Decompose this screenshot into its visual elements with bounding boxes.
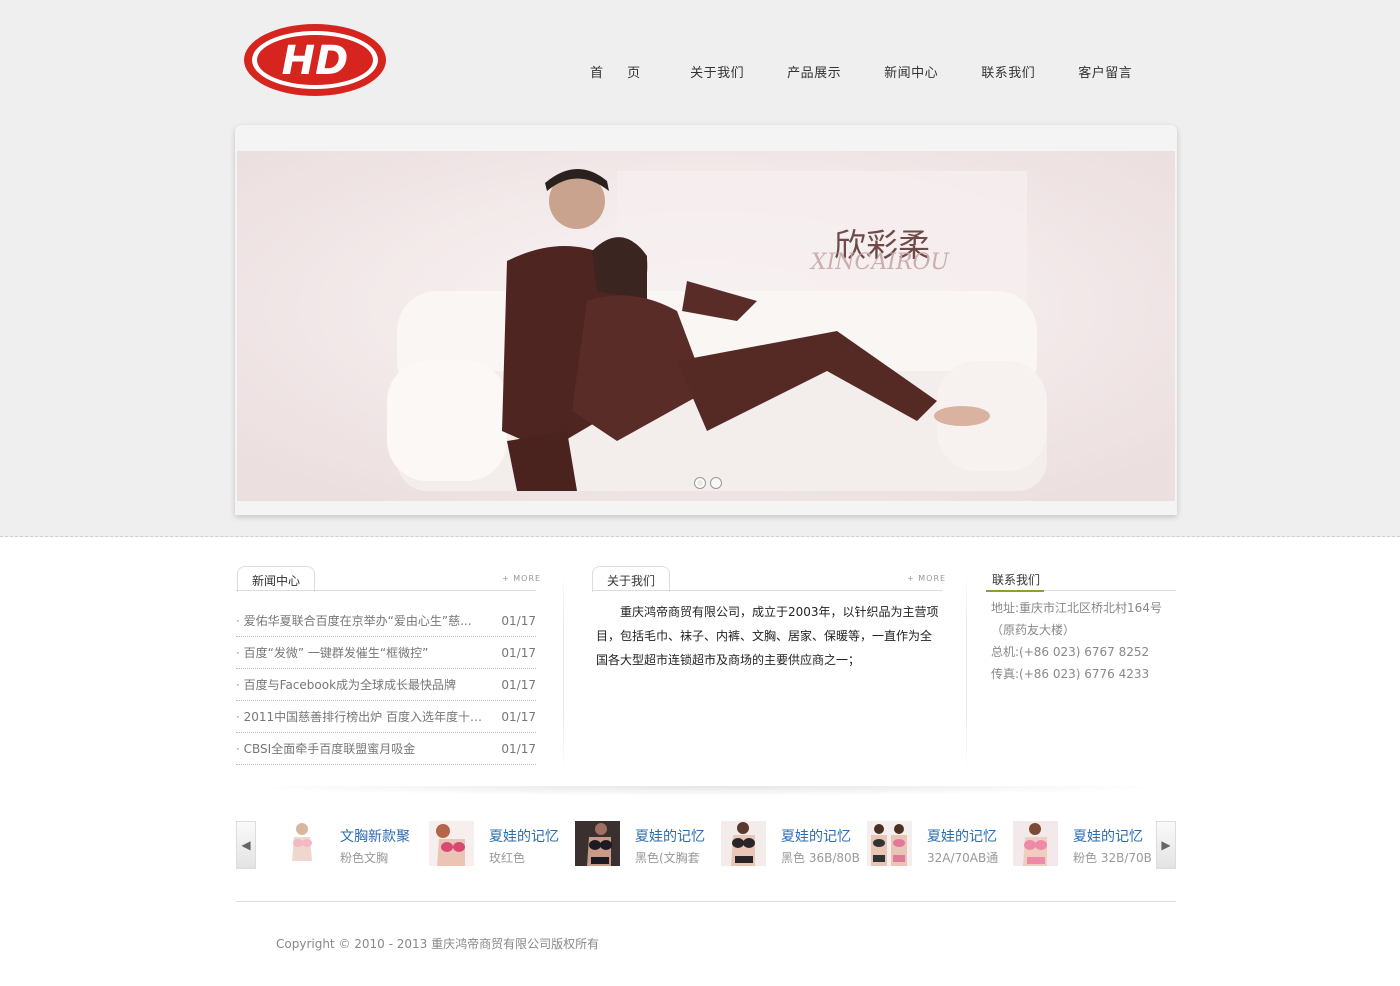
product-carousel: ◀ 文胸新款聚 粉色文胸 夏娃的记忆 玫红色 夏娃的记忆 黑色(文胸套 夏娃的记…	[236, 818, 1176, 872]
news-tab-line	[236, 590, 536, 591]
news-item-date: 01/17	[501, 709, 536, 724]
triangle-left-icon: ◀	[241, 838, 251, 852]
copyright-text: Copyright © 2010 - 2013 重庆鸿帝商贸有限公司版权所有	[276, 937, 600, 951]
product-name: 夏娃的记忆	[781, 829, 851, 845]
column-divider	[563, 570, 564, 770]
news-item-date: 01/17	[501, 613, 536, 628]
logo-text: HD	[282, 38, 349, 84]
nav-products[interactable]: 产品展示	[787, 62, 841, 84]
banner-title-en: XINCAIROU	[809, 250, 951, 275]
footer-divider	[236, 901, 1176, 902]
product-thumbnail	[867, 821, 912, 866]
about-tab[interactable]: 关于我们	[592, 566, 671, 592]
about-tab-line	[592, 590, 942, 591]
contact-tab[interactable]: 联系我们	[986, 566, 1044, 592]
banner-image: 欣彩柔 XINCAIROU	[237, 151, 1175, 501]
contact-info: 地址:重庆市江北区桥北村164号（原药友大楼） 总机:(+86 023) 676…	[991, 597, 1181, 685]
nav-contact[interactable]: 联系我们	[981, 62, 1035, 84]
news-item-title: 爱佑华夏联合百度在京举办“爱由心生”慈...	[236, 612, 482, 629]
nav-news[interactable]: 新闻中心	[884, 62, 938, 84]
product-thumbnail	[429, 821, 474, 866]
product-name: 夏娃的记忆	[489, 829, 559, 845]
product-thumbnail	[575, 821, 620, 866]
news-tab[interactable]: 新闻中心	[237, 566, 316, 592]
product-desc: 32A/70AB通	[927, 851, 999, 865]
news-item-date: 01/17	[501, 741, 536, 756]
contact-tab-line	[1044, 590, 1176, 591]
news-item-title: CBSI全面牵手百度联盟蜜月吸金	[236, 740, 482, 757]
news-item-title: 百度与Facebook成为全球成长最快品牌	[236, 676, 482, 693]
news-item-date: 01/17	[501, 645, 536, 660]
contact-phone: 总机:(+86 023) 6767 8252	[991, 645, 1150, 659]
news-item[interactable]: 2011中国慈善排行榜出炉 百度入选年度十大... 01/17	[236, 701, 536, 733]
product-desc: 黑色 36B/80B	[781, 851, 860, 865]
news-item-title: 2011中国慈善排行榜出炉 百度入选年度十大...	[236, 708, 482, 725]
product-desc: 粉色 32B/70B	[1073, 851, 1152, 865]
product-desc: 黑色(文胸套	[635, 851, 700, 865]
logo[interactable]: HD	[242, 22, 388, 98]
carousel-next-button[interactable]: ▶	[1156, 821, 1176, 869]
slider-dot-2[interactable]	[710, 477, 722, 489]
main-nav: 首 页 关于我们 产品展示 新闻中心 联系我们 客户留言	[572, 62, 1175, 84]
slider-dots	[694, 477, 722, 489]
contact-address: 地址:重庆市江北区桥北村164号（原药友大楼）	[991, 601, 1162, 637]
product-name: 夏娃的记忆	[1073, 829, 1143, 845]
about-more-link[interactable]: + MORE	[907, 574, 946, 583]
news-more-link[interactable]: + MORE	[502, 574, 541, 583]
product-thumbnail	[1013, 821, 1058, 866]
carousel-prev-button[interactable]: ◀	[236, 821, 256, 869]
nav-about[interactable]: 关于我们	[690, 62, 744, 84]
news-item-title: 百度“发微” 一键群发催生“框微控”	[236, 644, 482, 661]
news-list: 爱佑华夏联合百度在京举办“爱由心生”慈... 01/17 百度“发微” 一键群发催…	[236, 605, 536, 765]
product-name: 夏娃的记忆	[927, 829, 997, 845]
news-item[interactable]: 爱佑华夏联合百度在京举办“爱由心生”慈... 01/17	[236, 605, 536, 637]
product-name: 文胸新款聚	[340, 829, 410, 845]
product-desc: 粉色文胸	[340, 851, 389, 865]
about-text: 重庆鸿帝商贸有限公司，成立于2003年，以针织品为主营项目，包括毛巾、袜子、内裤…	[596, 605, 939, 667]
product-name: 夏娃的记忆	[635, 829, 705, 845]
product-thumbnail	[721, 821, 766, 866]
products-divider	[236, 786, 1176, 796]
news-item[interactable]: CBSI全面牵手百度联盟蜜月吸金 01/17	[236, 733, 536, 765]
slider-dot-1[interactable]	[694, 477, 706, 489]
news-item-date: 01/17	[501, 677, 536, 692]
product-desc: 玫红色	[489, 851, 526, 865]
nav-home[interactable]: 首 页	[590, 62, 650, 84]
product-thumbnail	[280, 821, 325, 866]
nav-message[interactable]: 客户留言	[1078, 62, 1132, 84]
triangle-right-icon: ▶	[1161, 838, 1171, 852]
news-item[interactable]: 百度“发微” 一键群发催生“框微控” 01/17	[236, 637, 536, 669]
column-divider	[966, 570, 967, 770]
banner-slideshow[interactable]: 欣彩柔 XINCAIROU	[237, 151, 1175, 501]
contact-fax: 传真:(+86 023) 6776 4233	[991, 667, 1150, 681]
news-item[interactable]: 百度与Facebook成为全球成长最快品牌 01/17	[236, 669, 536, 701]
